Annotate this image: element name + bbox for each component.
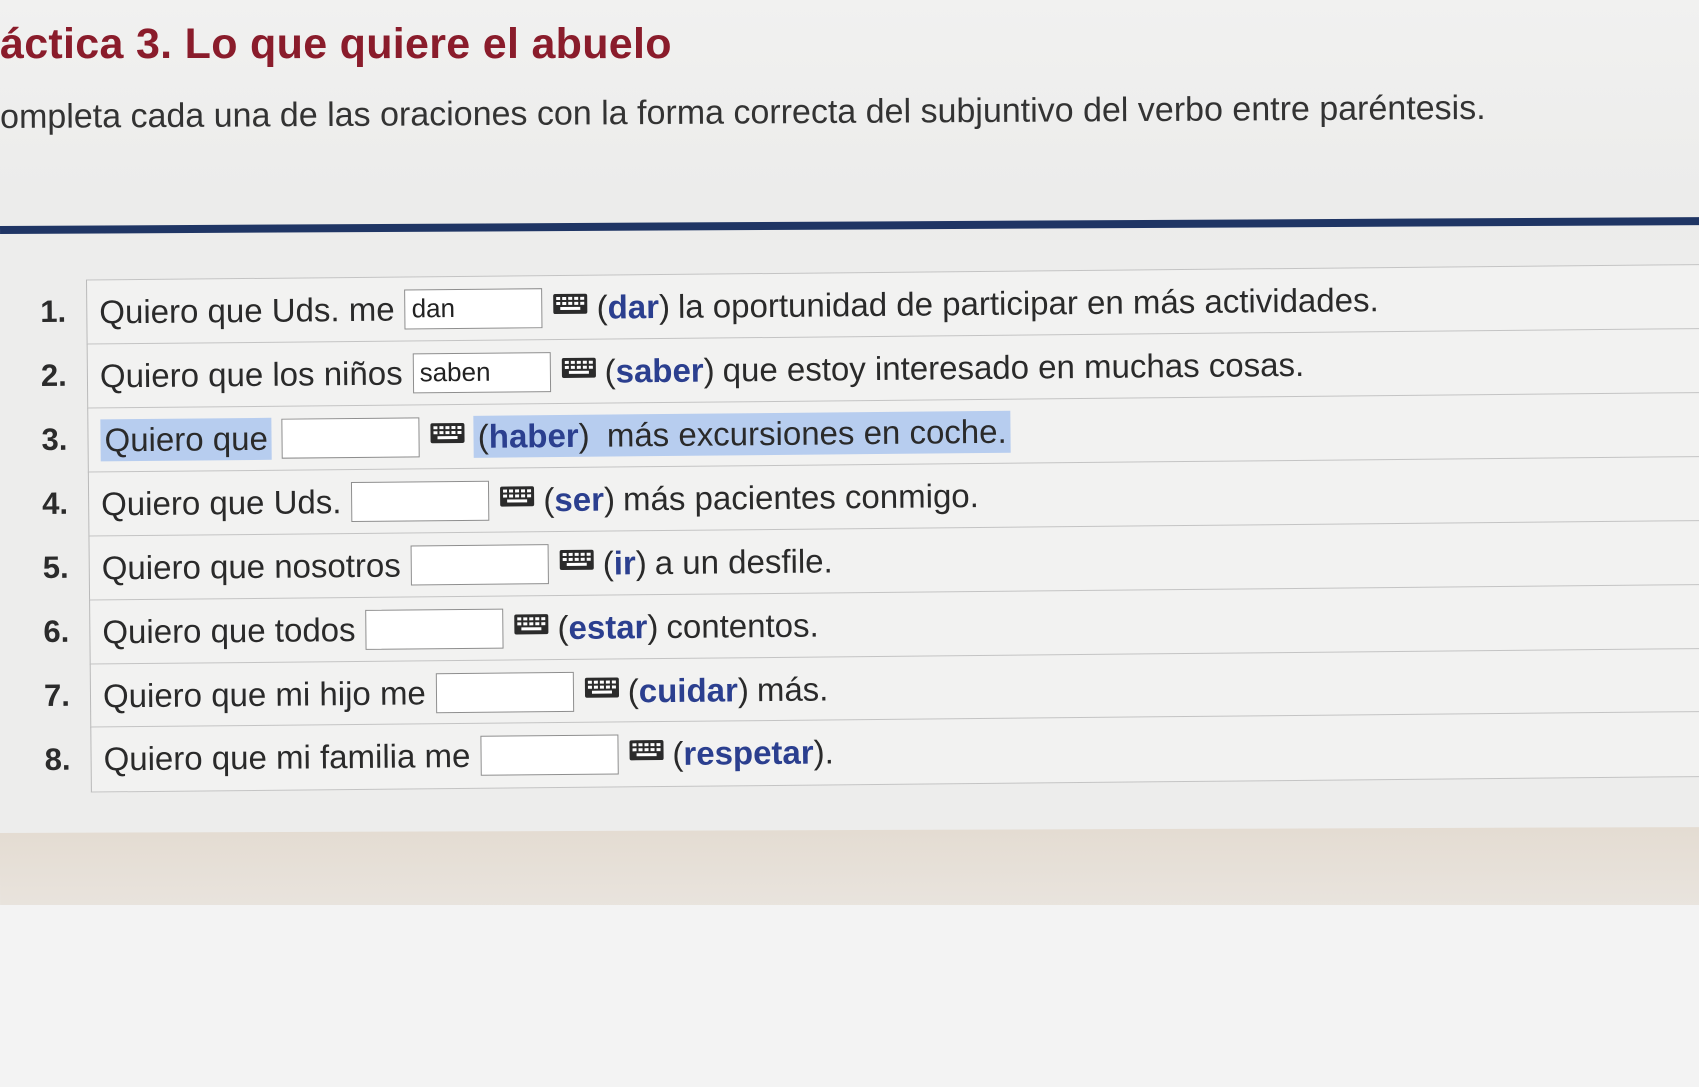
item-number: 2. bbox=[40, 357, 67, 393]
paren-open: ( bbox=[477, 417, 489, 455]
keyboard-icon[interactable] bbox=[628, 739, 664, 761]
keyboard-icon[interactable] bbox=[559, 548, 595, 570]
paren-close: ) bbox=[737, 670, 750, 708]
keyboard-icon[interactable] bbox=[513, 613, 549, 635]
sentence-suffix: más excursiones en coche. bbox=[606, 412, 1007, 454]
item-number: 7. bbox=[43, 677, 71, 713]
instructions-text: ompleta cada una de las oraciones con la… bbox=[0, 88, 1486, 136]
paren-open: ( bbox=[602, 544, 614, 582]
lower-band bbox=[0, 826, 1699, 914]
exercise-list: 1. Quiero que Uds. me (dar) la oportunid… bbox=[40, 263, 1699, 793]
paren-open: ( bbox=[596, 288, 608, 326]
sentence-suffix: que estoy interesado en muchas cosas. bbox=[722, 345, 1305, 388]
sentence-suffix: contentos. bbox=[666, 606, 819, 645]
answer-input-8[interactable] bbox=[480, 734, 619, 776]
paren-close: ) bbox=[578, 416, 590, 454]
verb-hint: dar bbox=[607, 287, 660, 326]
sentence-prefix: Quiero que mi familia me bbox=[103, 736, 471, 778]
sentence-suffix: . bbox=[824, 733, 834, 771]
item-number: 4. bbox=[41, 485, 69, 521]
paren-open: ( bbox=[627, 671, 639, 709]
keyboard-icon[interactable] bbox=[560, 356, 596, 378]
paren-close: ) bbox=[635, 543, 647, 581]
sentence-suffix: la oportunidad de participar en más acti… bbox=[677, 280, 1379, 325]
answer-input-6[interactable] bbox=[365, 608, 504, 650]
sentence-suffix: más pacientes conmigo. bbox=[622, 476, 980, 517]
sentence-suffix: más. bbox=[756, 669, 829, 708]
paren-close: ) bbox=[647, 607, 659, 645]
bottom-area bbox=[0, 905, 1699, 1087]
sentence-prefix: Quiero que Uds. bbox=[100, 482, 342, 522]
answer-input-3[interactable] bbox=[281, 416, 420, 459]
paren-open: ( bbox=[543, 480, 555, 518]
item-number: 8. bbox=[44, 741, 71, 777]
page-title: áctica 3. Lo que quiere el abuelo bbox=[0, 20, 672, 68]
selected-text: (haber) más excursiones en coche. bbox=[473, 410, 1011, 458]
verb-hint: haber bbox=[488, 416, 579, 455]
item-number: 3. bbox=[41, 421, 68, 457]
paren-open: ( bbox=[557, 608, 569, 646]
sentence-prefix: Quiero que todos bbox=[102, 610, 356, 650]
verb-hint: cuidar bbox=[638, 670, 739, 709]
paren-open: ( bbox=[672, 734, 684, 772]
item-number: 6. bbox=[43, 613, 70, 649]
verb-hint: saber bbox=[615, 351, 704, 389]
keyboard-icon[interactable] bbox=[499, 485, 535, 507]
item-number: 5. bbox=[42, 549, 69, 585]
answer-input-1[interactable] bbox=[404, 287, 543, 330]
paren-close: ) bbox=[813, 733, 825, 771]
sentence-prefix: Quiero que bbox=[100, 417, 273, 461]
verb-hint: ser bbox=[554, 480, 605, 518]
keyboard-icon[interactable] bbox=[552, 292, 588, 314]
answer-input-4[interactable] bbox=[351, 480, 490, 522]
paren-close: ) bbox=[603, 479, 616, 518]
paren-close: ) bbox=[703, 351, 715, 389]
keyboard-icon[interactable] bbox=[584, 676, 620, 698]
header-divider bbox=[0, 216, 1699, 234]
sentence-prefix: Quiero que mi hijo me bbox=[102, 673, 426, 714]
verb-hint: estar bbox=[568, 607, 648, 646]
sentence-prefix: Quiero que los niños bbox=[99, 354, 403, 394]
verb-hint: respetar bbox=[683, 733, 814, 772]
answer-input-2[interactable] bbox=[412, 351, 551, 393]
sentence-prefix: Quiero que nosotros bbox=[101, 546, 401, 586]
item-number: 1. bbox=[40, 293, 67, 329]
verb-hint: ir bbox=[613, 543, 636, 582]
sentence-prefix: Quiero que Uds. me bbox=[99, 290, 395, 330]
sentence-suffix: a un desfile. bbox=[654, 541, 833, 581]
keyboard-icon[interactable] bbox=[430, 421, 466, 443]
paren-close: ) bbox=[658, 287, 671, 325]
answer-input-5[interactable] bbox=[410, 543, 549, 585]
paren-open: ( bbox=[604, 351, 616, 390]
screen: áctica 3. Lo que quiere el abuelo omplet… bbox=[0, 0, 1699, 1087]
answer-input-7[interactable] bbox=[435, 671, 574, 713]
